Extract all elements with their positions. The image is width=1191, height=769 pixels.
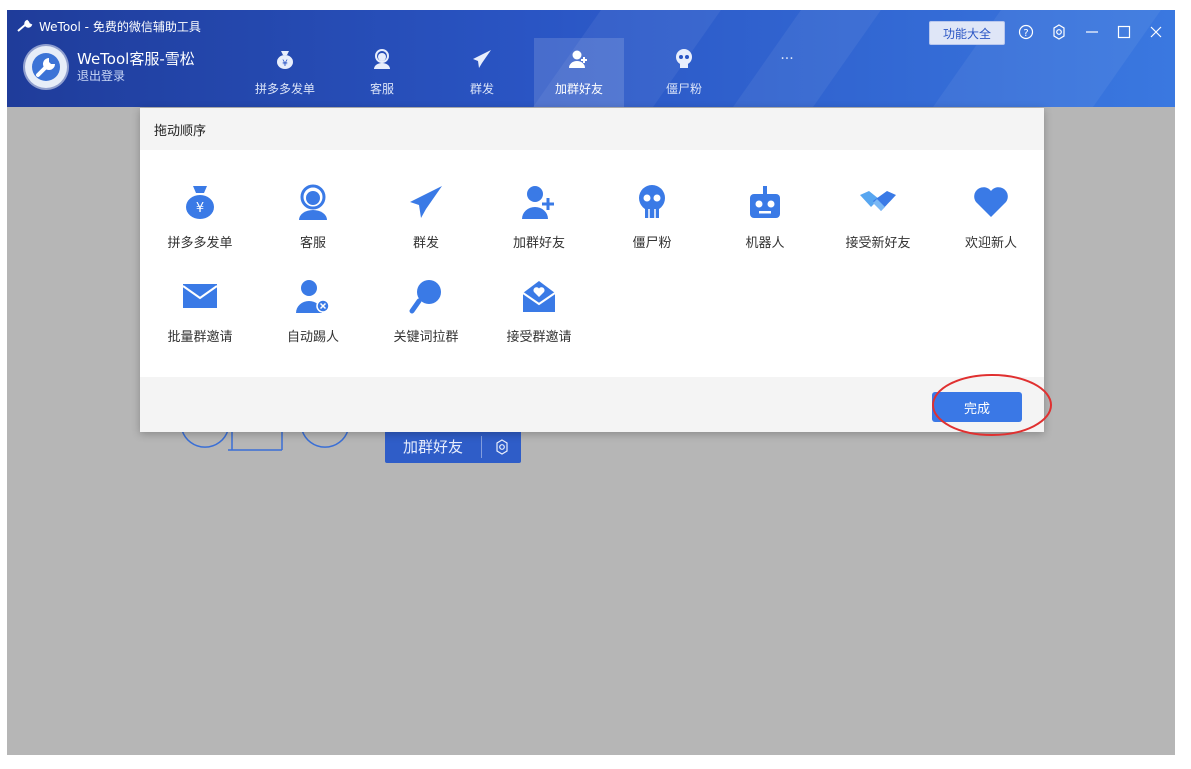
svg-text:¥: ¥ (196, 201, 204, 216)
add-group-friend-button[interactable]: 加群好友 (385, 430, 521, 463)
feature-item-zombie-fans[interactable]: 僵尸粉 (602, 182, 702, 251)
wrench-logo-icon (32, 53, 60, 81)
profile: WeTool客服-雪松 退出登录 (25, 46, 195, 88)
help-icon[interactable]: ? (1014, 20, 1038, 44)
close-icon[interactable] (1144, 20, 1168, 44)
headset-icon (299, 184, 327, 220)
item-label: 自动踢人 (286, 330, 339, 345)
paper-plane-icon (410, 186, 442, 218)
headset-icon (374, 49, 390, 69)
item-label: 僵尸粉 (632, 236, 672, 251)
gear-icon[interactable] (482, 438, 521, 455)
maximize-icon[interactable] (1112, 20, 1136, 44)
features-button[interactable]: 功能大全 (929, 21, 1005, 45)
highlight-ellipse (932, 374, 1052, 436)
feature-item-auto-kick[interactable]: 自动踢人 (263, 276, 363, 345)
tab-pdd-order[interactable]: ¥ 拼多多发单 (240, 38, 330, 107)
item-label: 接受群邀请 (506, 330, 572, 345)
tab-label: 群发 (469, 82, 494, 96)
item-label: 关键词拉群 (393, 330, 459, 345)
dialog-title: 拖动顺序 (140, 108, 1044, 150)
dialog-footer: 完成 (140, 377, 1044, 432)
settings-icon[interactable] (1047, 20, 1071, 44)
minimize-icon[interactable] (1080, 20, 1104, 44)
item-label: 接受新好友 (845, 236, 911, 251)
header-bar: WeTool - 免费的微信辅助工具 WeTool客服-雪松 退出登录 ¥ 拼多… (7, 10, 1175, 107)
money-bag-icon: ¥ (277, 51, 293, 69)
tab-label: 拼多多发单 (254, 82, 315, 96)
feature-item-accept-new-friend[interactable]: 接受新好友 (828, 182, 928, 251)
feature-item-accept-group-invite[interactable]: 接受群邀请 (489, 276, 589, 345)
avatar[interactable] (25, 46, 67, 88)
heart-envelope-icon (522, 281, 556, 312)
skull-icon (676, 49, 692, 68)
user-name: WeTool客服-雪松 (77, 50, 195, 68)
feature-item-add-group-friend[interactable]: 加群好友 (489, 182, 589, 251)
window-title: WeTool - 免费的微信辅助工具 (39, 19, 201, 34)
more-icon: ··· (780, 51, 794, 67)
heart-icon (974, 187, 1008, 217)
dialog-body: ¥ 拼多多发单 客服 群发 加群好友 僵尸粉 机器人 接受新好友 欢迎新人 批量… (140, 150, 1044, 377)
item-label: 欢迎新人 (964, 236, 1017, 251)
feature-item-welcome[interactable]: 欢迎新人 (941, 182, 1041, 251)
envelope-icon (182, 284, 218, 308)
tab-label: 客服 (369, 82, 394, 96)
tab-more[interactable]: ··· (742, 38, 832, 107)
reorder-dialog: 拖动顺序 ¥ 拼多多发单 客服 群发 加群好友 僵尸粉 机器人 接受新好友 欢迎… (140, 108, 1052, 436)
item-label: 客服 (299, 236, 326, 251)
remove-user-icon (296, 280, 330, 313)
add-group-friend-label: 加群好友 (402, 438, 463, 456)
item-label: 批量群邀请 (167, 330, 233, 345)
money-bag-icon: ¥ (186, 186, 214, 219)
item-label: 群发 (412, 236, 439, 251)
tab-add-group-friend[interactable]: 加群好友 (534, 38, 624, 107)
handshake-icon (860, 191, 896, 211)
tab-label: 加群好友 (554, 82, 603, 96)
tab-broadcast[interactable]: 群发 (437, 38, 527, 107)
feature-item-pdd-order[interactable]: ¥ 拼多多发单 (150, 182, 250, 251)
tab-label: 僵尸粉 (665, 82, 702, 96)
tab-customer-service[interactable]: 客服 (337, 38, 427, 107)
item-label: 机器人 (745, 236, 785, 251)
feature-item-keyword-group[interactable]: 关键词拉群 (376, 276, 476, 345)
title-bar: WeTool - 免费的微信辅助工具 (17, 16, 201, 36)
item-label: 拼多多发单 (167, 236, 233, 251)
skull-icon (639, 185, 665, 218)
feature-item-robot[interactable]: 机器人 (715, 182, 815, 251)
wrench-icon (17, 19, 33, 32)
add-user-icon (569, 50, 587, 68)
svg-text:¥: ¥ (282, 59, 288, 69)
svg-text:?: ? (1023, 28, 1028, 39)
robot-icon (750, 186, 780, 218)
paper-plane-icon (473, 50, 491, 68)
feature-item-customer-service[interactable]: 客服 (263, 182, 363, 251)
feature-item-batch-group-invite[interactable]: 批量群邀请 (150, 276, 250, 345)
logout-link[interactable]: 退出登录 (77, 68, 195, 84)
magnifier-icon (409, 280, 441, 314)
feature-item-broadcast[interactable]: 群发 (376, 182, 476, 251)
app-window: WeTool - 免费的微信辅助工具 WeTool客服-雪松 退出登录 ¥ 拼多… (7, 10, 1175, 755)
item-label: 加群好友 (512, 236, 565, 251)
add-user-icon (522, 186, 554, 219)
tab-zombie-fans[interactable]: 僵尸粉 (639, 38, 729, 107)
